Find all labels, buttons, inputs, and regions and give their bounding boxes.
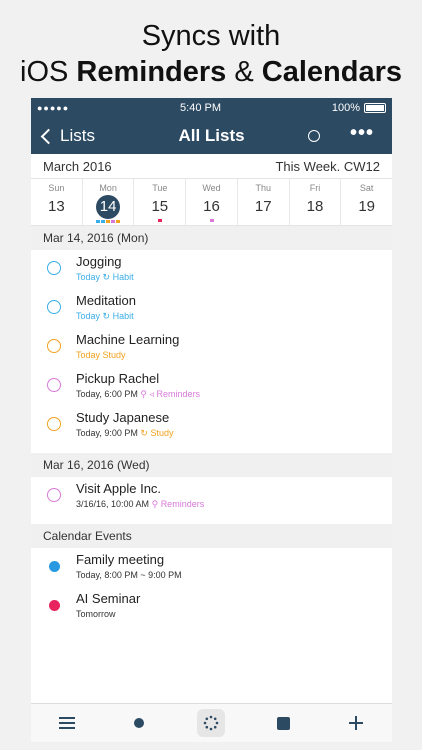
section-header: Calendar Events xyxy=(31,524,392,548)
menu-icon[interactable] xyxy=(53,709,81,737)
headline: Syncs with iOS Reminders & Calendars xyxy=(0,18,422,90)
day-sun[interactable]: Sun 13 xyxy=(31,179,83,225)
day-wed[interactable]: Wed 16 xyxy=(186,179,238,225)
location-icon: ⚲ xyxy=(151,499,159,509)
headline-line2: iOS Reminders & Calendars xyxy=(20,56,402,88)
circle-icon[interactable] xyxy=(308,130,320,142)
list-item[interactable]: Study Japanese Today, 9:00 PM ↻ Study xyxy=(31,406,392,445)
location-icon: ⚲ xyxy=(140,389,147,399)
event-item[interactable]: AI Seminar Tomorrow xyxy=(31,587,392,626)
add-icon[interactable] xyxy=(342,709,370,737)
more-icon[interactable]: ••• xyxy=(350,122,374,145)
headline-line1: Syncs with xyxy=(141,20,281,52)
checkbox[interactable] xyxy=(47,339,61,353)
week-strip: Sun 13 Mon 14 Tue 15 Wed 16 Thu 17 Fri 18 Sat 1… xyxy=(31,179,392,226)
list-item[interactable]: Pickup Rachel Today, 6:00 PM ⚲ ◃ Reminde… xyxy=(31,367,392,406)
list-item[interactable]: Machine Learning Today Study xyxy=(31,328,392,367)
week-label: This Week. CW12 xyxy=(275,158,380,174)
checkbox[interactable] xyxy=(47,261,61,275)
calendar-dot-icon xyxy=(49,561,60,572)
checkbox[interactable] xyxy=(47,300,61,314)
day-markers xyxy=(83,220,134,223)
section-header: Mar 16, 2016 (Wed) xyxy=(31,453,392,477)
signal-icon: ●●●●● xyxy=(37,103,70,113)
speaker-icon: ◃ xyxy=(149,389,155,399)
day-mon[interactable]: Mon 14 xyxy=(83,179,135,225)
day-tue[interactable]: Tue 15 xyxy=(134,179,187,225)
list-item[interactable]: Meditation Today ↻ Habit xyxy=(31,289,392,328)
list-item[interactable]: Jogging Today ↻ Habit xyxy=(31,250,392,289)
day-sat[interactable]: Sat 19 xyxy=(341,179,392,225)
checkbox[interactable] xyxy=(47,378,61,392)
battery-icon xyxy=(363,103,386,113)
page-title: All Lists xyxy=(178,126,245,145)
day-fri[interactable]: Fri 18 xyxy=(290,179,342,225)
repeat-icon: ↻ xyxy=(102,311,111,321)
tab-bar xyxy=(31,703,392,742)
day-thu[interactable]: Thu 17 xyxy=(238,179,290,225)
repeat-icon: ↻ xyxy=(140,428,148,438)
month-label: March 2016 xyxy=(43,158,112,174)
status-time: 5:40 PM xyxy=(180,102,221,114)
month-bar: March 2016 This Week. CW12 xyxy=(31,154,392,179)
list-item[interactable]: Visit Apple Inc. 3/16/16, 10:00 AM ⚲ Rem… xyxy=(31,477,392,516)
checkbox[interactable] xyxy=(47,488,61,502)
event-item[interactable]: Family meeting Today, 8:00 PM ~ 9:00 PM xyxy=(31,548,392,587)
calendar-dot-icon xyxy=(49,600,60,611)
phone-screen: ●●●●● 5:40 PM 100% Lists All Lists ••• M… xyxy=(31,98,392,742)
status-bar: ●●●●● 5:40 PM 100% xyxy=(31,98,392,118)
nav-bar: Lists All Lists ••• xyxy=(31,118,392,154)
checkbox[interactable] xyxy=(47,417,61,431)
dot-icon[interactable] xyxy=(125,709,153,737)
repeat-icon: ↻ xyxy=(102,272,111,282)
battery-percent: 100% xyxy=(331,102,360,114)
section-header: Mar 14, 2016 (Mon) xyxy=(31,226,392,250)
spinner-icon[interactable] xyxy=(197,709,226,737)
square-icon[interactable] xyxy=(270,709,298,737)
